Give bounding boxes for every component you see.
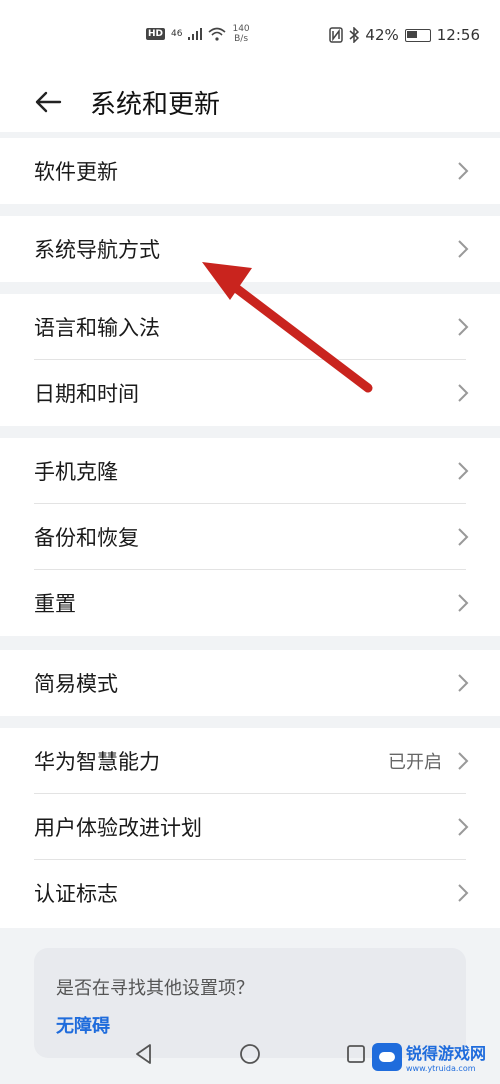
- list-item-certification[interactable]: 认证标志: [0, 860, 500, 926]
- status-indicators: HD 46 140 B/s: [146, 24, 250, 44]
- chevron-right-icon: [458, 384, 469, 402]
- chevron-right-icon: [458, 462, 469, 480]
- signal-icon: [188, 28, 203, 40]
- list-item-label: 日期和时间: [34, 382, 139, 406]
- list-item-system-navigation[interactable]: 系统导航方式: [0, 216, 500, 282]
- list-item-phone-clone[interactable]: 手机克隆: [0, 438, 500, 504]
- list-item-reset[interactable]: 重置: [0, 570, 500, 636]
- back-arrow-icon: [35, 91, 62, 113]
- bluetooth-icon: [349, 27, 360, 43]
- list-item-label: 简易模式: [34, 672, 118, 696]
- list-item-date-time[interactable]: 日期和时间: [0, 360, 500, 426]
- list-item-label: 重置: [34, 592, 76, 616]
- group-language-date: 语言和输入法 日期和时间: [0, 294, 500, 426]
- chevron-right-icon: [458, 240, 469, 258]
- network-speed-unit: B/s: [234, 34, 249, 44]
- list-item-label: 软件更新: [34, 160, 118, 184]
- list-item-label: 用户体验改进计划: [34, 816, 202, 840]
- list-item-label: 语言和输入法: [34, 316, 160, 340]
- page-title: 系统和更新: [90, 90, 221, 120]
- status-bar: HD 46 140 B/s 42% 12:56: [0, 0, 500, 70]
- list-item-label: 系统导航方式: [34, 238, 160, 262]
- network-speed: 140 B/s: [232, 24, 249, 44]
- suggestion-title: 是否在寻找其他设置项？: [56, 978, 254, 999]
- list-item-user-experience[interactable]: 用户体验改进计划: [0, 794, 500, 860]
- watermark-sub: www.ytruida.com: [406, 1064, 476, 1073]
- wifi-icon: [208, 27, 226, 41]
- page-header: 系统和更新: [0, 70, 500, 132]
- nav-home-icon[interactable]: [238, 1042, 262, 1066]
- watermark: 锐得游戏网 www.ytruida.com: [372, 1040, 486, 1073]
- list-item-label: 备份和恢复: [34, 526, 139, 550]
- chevron-right-icon: [458, 818, 469, 836]
- group-clone-backup-reset: 手机克隆 备份和恢复 重置: [0, 438, 500, 636]
- hd-badge: HD: [146, 28, 166, 40]
- gamepad-logo-icon: [372, 1042, 402, 1071]
- list-item-backup-restore[interactable]: 备份和恢复: [0, 504, 500, 570]
- chevron-right-icon: [458, 884, 469, 902]
- chevron-right-icon: [458, 318, 469, 336]
- clock: 12:56: [436, 26, 480, 44]
- list-item-software-update[interactable]: 软件更新: [0, 138, 500, 204]
- list-item-label: 手机克隆: [34, 460, 118, 484]
- list-item-huawei-ai[interactable]: 华为智慧能力 已开启: [0, 728, 500, 794]
- list-item-label: 认证标志: [34, 882, 118, 906]
- watermark-main: 锐得游戏网: [406, 1044, 487, 1063]
- group-simple-mode: 简易模式: [0, 650, 500, 716]
- group-huawei-services: 华为智慧能力 已开启 用户体验改进计划 认证标志: [0, 728, 500, 928]
- network-speed-value: 140: [232, 24, 250, 34]
- list-item-simple-mode[interactable]: 简易模式: [0, 650, 500, 716]
- chevron-right-icon: [458, 674, 469, 692]
- group-software-update: 软件更新: [0, 138, 500, 204]
- watermark-text: 锐得游戏网 www.ytruida.com: [406, 1040, 486, 1073]
- battery-percent: 42%: [365, 26, 399, 44]
- status-value: 已开启: [388, 752, 442, 773]
- status-right: 42% 12:56: [329, 26, 480, 44]
- chevron-right-icon: [458, 752, 469, 770]
- battery-icon: [404, 28, 431, 42]
- list-item-language-input[interactable]: 语言和输入法: [0, 294, 500, 360]
- group-navigation: 系统导航方式: [0, 216, 500, 282]
- chevron-right-icon: [458, 594, 469, 612]
- network-type: 46: [171, 29, 183, 39]
- chevron-right-icon: [458, 528, 469, 546]
- nav-back-icon[interactable]: [132, 1042, 156, 1066]
- back-button[interactable]: [28, 82, 68, 122]
- nfc-icon: [329, 27, 344, 43]
- list-item-label: 华为智慧能力: [34, 750, 160, 774]
- nav-recent-icon[interactable]: [344, 1042, 368, 1066]
- chevron-right-icon: [458, 162, 469, 180]
